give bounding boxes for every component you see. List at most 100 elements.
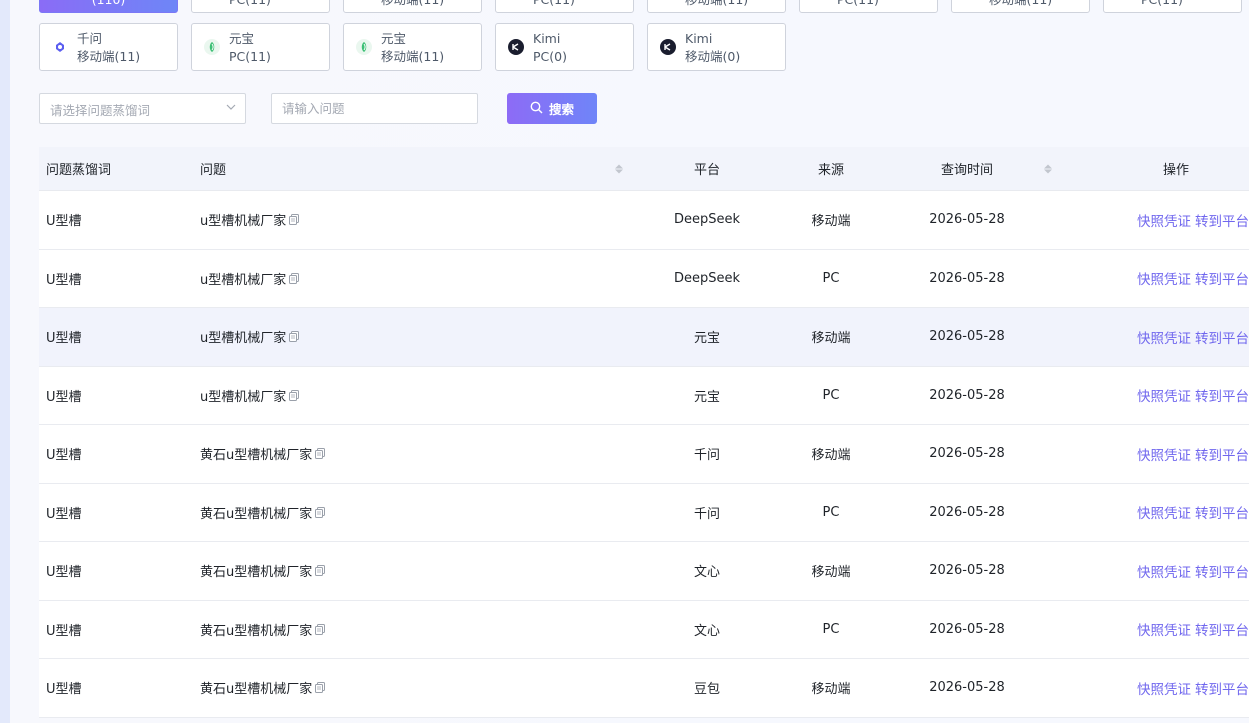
header-keyword: 问题蒸馏词 — [46, 163, 112, 178]
goto-platform-link[interactable]: 转到平台 — [1195, 623, 1249, 639]
chip-sub: PC(11) — [837, 0, 879, 9]
table-header: 问题蒸馏词 问题 平台 来源 查询时间 操作 — [39, 147, 1249, 191]
platform-chip[interactable]: 移动端(11) — [951, 0, 1090, 13]
chip-sub: 移动端(11) — [381, 0, 444, 9]
cell-keyword: U型槽 — [46, 682, 82, 698]
cell-question: u型槽机械厂家 — [193, 386, 641, 405]
cell-platform: 千问 — [693, 448, 720, 464]
chip-sub: 移动端(11) — [77, 49, 141, 64]
platform-chip-all[interactable]: (110) — [39, 0, 178, 13]
cell-question: 黄石u型槽机械厂家 — [193, 561, 641, 580]
question-text: u型槽机械厂家 — [200, 331, 287, 347]
cell-actions: 快照凭证 转到平台 — [1045, 561, 1249, 581]
header-actions: 操作 — [1162, 163, 1189, 178]
sort-icon[interactable] — [615, 164, 623, 173]
cell-platform: 元宝 — [693, 331, 720, 347]
cell-actions: 快照凭证 转到平台 — [1045, 327, 1249, 347]
platform-chip-kimi-mobile[interactable]: Kimi 移动端(0) — [647, 23, 786, 71]
question-text: 黄石u型槽机械厂家 — [200, 623, 313, 639]
platform-chip-yuanbao-mobile[interactable]: 元宝 移动端(11) — [343, 23, 482, 71]
cell-query-time: 2026-05-28 — [929, 270, 1005, 286]
cell-source: 移动端 — [811, 565, 851, 581]
copy-icon[interactable] — [315, 506, 326, 518]
goto-platform-link[interactable]: 转到平台 — [1195, 214, 1249, 230]
header-question[interactable]: 问题 — [193, 159, 641, 178]
platform-chip[interactable]: PC(11) — [1103, 0, 1242, 13]
question-text: 黄石u型槽机械厂家 — [200, 448, 313, 464]
copy-icon[interactable] — [289, 331, 300, 343]
snapshot-link[interactable]: 快照凭证 — [1137, 272, 1191, 288]
snapshot-link[interactable]: 快照凭证 — [1137, 389, 1191, 405]
question-text: 黄石u型槽机械厂家 — [200, 682, 313, 698]
search-button-label: 搜索 — [548, 102, 574, 117]
platform-chip-yuanbao-pc[interactable]: 元宝 PC(11) — [191, 23, 330, 71]
question-input[interactable] — [271, 93, 478, 124]
snapshot-link[interactable]: 快照凭证 — [1137, 682, 1191, 698]
cell-keyword: U型槽 — [46, 272, 82, 288]
goto-platform-link[interactable]: 转到平台 — [1195, 682, 1249, 698]
copy-icon[interactable] — [315, 448, 326, 460]
table-row: U型槽 u型槽机械厂家 元宝 PC 2026-05-28 快照凭证 转到平台 — [39, 366, 1249, 425]
platform-chip[interactable]: PC(11) — [191, 0, 330, 13]
cell-keyword: U型槽 — [46, 506, 82, 522]
keyword-select[interactable]: 请选择问题蒸馏词 — [39, 93, 246, 124]
cell-keyword: U型槽 — [46, 623, 82, 639]
platform-chip[interactable]: PC(11) — [799, 0, 938, 13]
chip-name: 元宝 — [229, 31, 255, 46]
copy-icon[interactable] — [289, 214, 300, 226]
platform-chip[interactable]: PC(11) — [495, 0, 634, 13]
sort-icon[interactable] — [1044, 164, 1052, 173]
copy-icon[interactable] — [315, 623, 326, 635]
cell-actions: 快照凭证 转到平台 — [1045, 619, 1249, 639]
goto-platform-link[interactable]: 转到平台 — [1195, 389, 1249, 405]
cell-source: PC — [822, 387, 840, 403]
goto-platform-link[interactable]: 转到平台 — [1195, 565, 1249, 581]
table-row: U型槽 黄石u型槽机械厂家 文心 移动端 2026-05-28 快照凭证 转到平台 — [39, 542, 1249, 601]
question-text: u型槽机械厂家 — [200, 389, 287, 405]
goto-platform-link[interactable]: 转到平台 — [1195, 272, 1249, 288]
snapshot-link[interactable]: 快照凭证 — [1137, 331, 1191, 347]
cell-actions: 快照凭证 转到平台 — [1045, 678, 1249, 698]
cell-source: 移动端 — [811, 214, 851, 230]
chip-name: Kimi — [685, 31, 713, 46]
cell-platform: DeepSeek — [673, 212, 741, 228]
copy-icon[interactable] — [289, 272, 300, 284]
snapshot-link[interactable]: 快照凭证 — [1137, 448, 1191, 464]
cell-platform: 豆包 — [693, 682, 720, 698]
qianwen-icon — [52, 39, 68, 55]
cell-query-time: 2026-05-28 — [929, 387, 1005, 403]
platform-chip-qianwen-mobile[interactable]: 千问 移动端(11) — [39, 23, 178, 71]
cell-question: u型槽机械厂家 — [193, 210, 641, 229]
search-icon — [530, 101, 543, 117]
cell-question: u型槽机械厂家 — [193, 327, 641, 346]
snapshot-link[interactable]: 快照凭证 — [1137, 623, 1191, 639]
copy-icon[interactable] — [315, 682, 326, 694]
cell-question: 黄石u型槽机械厂家 — [193, 444, 641, 463]
platform-chip[interactable]: 移动端(11) — [647, 0, 786, 13]
header-query-time[interactable]: 查询时间 — [889, 159, 1052, 178]
header-query-time-label: 查询时间 — [940, 163, 993, 178]
chip-name: 元宝 — [381, 31, 407, 46]
goto-platform-link[interactable]: 转到平台 — [1195, 506, 1249, 522]
search-button[interactable]: 搜索 — [507, 93, 597, 124]
keyword-select-placeholder: 请选择问题蒸馏词 — [50, 103, 151, 118]
platform-chip-kimi-pc[interactable]: Kimi PC(0) — [495, 23, 634, 71]
snapshot-link[interactable]: 快照凭证 — [1137, 214, 1191, 230]
question-text: u型槽机械厂家 — [200, 272, 287, 288]
copy-icon[interactable] — [315, 565, 326, 577]
cell-keyword: U型槽 — [46, 565, 82, 581]
snapshot-link[interactable]: 快照凭证 — [1137, 565, 1191, 581]
goto-platform-link[interactable]: 转到平台 — [1195, 331, 1249, 347]
goto-platform-link[interactable]: 转到平台 — [1195, 448, 1249, 464]
cell-actions: 快照凭证 转到平台 — [1045, 385, 1249, 405]
platform-chip[interactable]: 移动端(11) — [343, 0, 482, 13]
cell-source: PC — [822, 621, 840, 637]
chip-sub: 移动端(0) — [685, 49, 741, 64]
cell-source: 移动端 — [811, 682, 851, 698]
header-question-label: 问题 — [200, 163, 227, 178]
table-row: U型槽 黄石u型槽机械厂家 文心 PC 2026-05-28 快照凭证 转到平台 — [39, 600, 1249, 659]
cell-query-time: 2026-05-28 — [929, 329, 1005, 345]
copy-icon[interactable] — [289, 389, 300, 401]
chip-sub: PC(11) — [229, 49, 271, 64]
snapshot-link[interactable]: 快照凭证 — [1137, 506, 1191, 522]
